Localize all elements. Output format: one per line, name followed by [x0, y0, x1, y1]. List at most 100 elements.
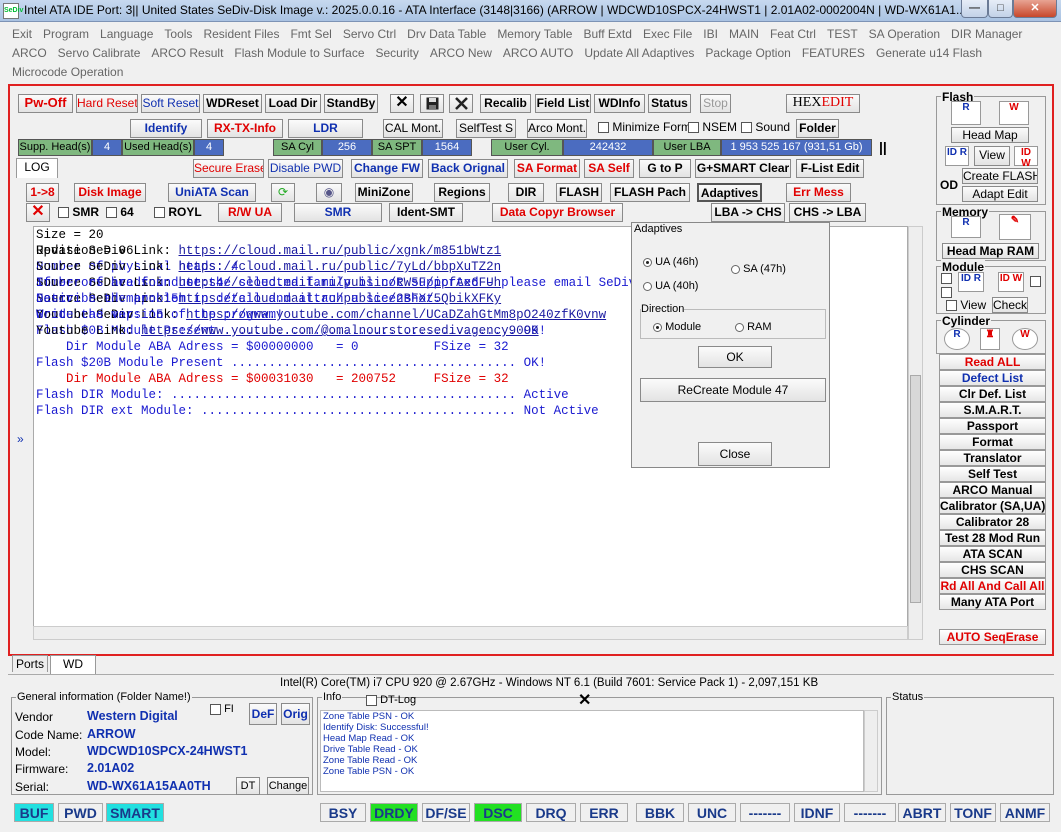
- right-button[interactable]: Read ALL: [939, 354, 1046, 370]
- disk-icon[interactable]: ◉: [316, 183, 342, 202]
- menu-item[interactable]: Update All Adaptives: [584, 46, 694, 60]
- right-button[interactable]: S.M.A.R.T.: [939, 402, 1046, 418]
- menu-item[interactable]: ARCO New: [430, 46, 492, 60]
- info-scrollbar[interactable]: [864, 710, 878, 792]
- def-button[interactable]: DeF: [249, 703, 277, 725]
- link-url[interactable]: https://cloud.mail.ru/public/xgnk/m851bW…: [179, 244, 502, 258]
- menu-item[interactable]: Feat Ctrl: [770, 27, 816, 41]
- log-hscrollbar[interactable]: [33, 626, 908, 640]
- module-read-icon[interactable]: ID R: [958, 272, 984, 292]
- menu-item[interactable]: Servo Ctrl: [343, 27, 396, 41]
- hex-edit-button[interactable]: HEXEDIT: [786, 94, 860, 113]
- menu-item[interactable]: ARCO: [12, 46, 47, 60]
- smr-button[interactable]: SMR: [294, 203, 382, 222]
- nsem-checkbox[interactable]: NSEM: [688, 120, 737, 134]
- stop-button[interactable]: Stop: [700, 94, 731, 113]
- load-dir-button[interactable]: Load Dir: [265, 94, 321, 113]
- cylinder-read-icon[interactable]: R: [944, 328, 970, 350]
- id-read-icon[interactable]: ID R: [945, 146, 969, 166]
- right-button[interactable]: ATA SCAN: [939, 546, 1046, 562]
- pw-off-button[interactable]: Pw-Off: [18, 94, 73, 113]
- right-button[interactable]: Test 28 Mod Run: [939, 530, 1046, 546]
- menu-item[interactable]: Exec File: [643, 27, 692, 41]
- right-button[interactable]: Calibrator 28: [939, 514, 1046, 530]
- back-original-button[interactable]: Back Orignal: [428, 159, 508, 178]
- right-button[interactable]: Self Test: [939, 466, 1046, 482]
- minimize-button[interactable]: —: [961, 0, 988, 18]
- arco-mont-button[interactable]: Arco Mont.: [527, 119, 587, 138]
- menu-item[interactable]: ARCO AUTO: [503, 46, 573, 60]
- right-button[interactable]: ARCO Manual: [939, 482, 1046, 498]
- read-flash-icon[interactable]: R: [951, 101, 981, 125]
- wd-reset-button[interactable]: WDReset: [203, 94, 262, 113]
- module-radio[interactable]: Module: [653, 321, 701, 333]
- dt-button[interactable]: DT: [236, 777, 260, 795]
- smr-checkbox[interactable]: SMR: [58, 205, 99, 219]
- menu-item[interactable]: ARCO Result: [151, 46, 223, 60]
- hard-reset-button[interactable]: Hard Reset: [76, 94, 138, 113]
- ident-smt-button[interactable]: Ident-SMT: [389, 203, 463, 222]
- clear-info-icon[interactable]: ✕: [578, 690, 591, 710]
- menu-item[interactable]: Buff Extd: [583, 27, 631, 41]
- one-to-eight-button[interactable]: 1->8: [26, 183, 59, 202]
- f-list-edit-button[interactable]: F-List Edit: [796, 159, 864, 178]
- sound-checkbox[interactable]: Sound: [741, 120, 790, 134]
- menu-item[interactable]: Language: [100, 27, 153, 41]
- secure-erase-button[interactable]: Secure Erase: [193, 159, 264, 178]
- ua40-radio[interactable]: UA (40h): [643, 280, 698, 292]
- right-button[interactable]: Format: [939, 434, 1046, 450]
- right-button[interactable]: Defect List: [939, 370, 1046, 386]
- menu-item[interactable]: Microcode Operation: [12, 65, 123, 79]
- clear-x-icon[interactable]: ✕: [26, 203, 50, 222]
- auto-seq-erase-button[interactable]: AUTO SeqErase: [939, 629, 1046, 645]
- g-to-p-button[interactable]: G to P: [639, 159, 691, 178]
- pause-icon[interactable]: ||: [879, 139, 887, 155]
- royl-checkbox[interactable]: ROYL: [154, 205, 202, 219]
- dir-button[interactable]: DIR: [508, 183, 544, 202]
- disk-image-button[interactable]: Disk Image: [74, 183, 146, 202]
- menu-item[interactable]: Generate u14 Flash: [876, 46, 982, 60]
- create-flash-button[interactable]: Create FLASH: [962, 168, 1038, 184]
- selftest-s-button[interactable]: SelfTest S: [456, 119, 516, 138]
- orig-button[interactable]: Orig: [281, 703, 310, 725]
- identify-button[interactable]: Identify: [130, 119, 202, 138]
- menu-item[interactable]: IBI: [703, 27, 718, 41]
- menu-item[interactable]: Program: [43, 27, 89, 41]
- recreate-module-button[interactable]: ReCreate Module 47: [640, 378, 826, 402]
- adapt-edit-button[interactable]: Adapt Edit: [962, 186, 1038, 202]
- checkbox-64[interactable]: 64: [106, 205, 134, 219]
- cylinder-write-icon[interactable]: W: [1012, 328, 1038, 350]
- folder-button[interactable]: Folder: [796, 119, 839, 138]
- menu-item[interactable]: Memory Table: [497, 27, 572, 41]
- module-checkbox-1[interactable]: [941, 273, 952, 284]
- maximize-button[interactable]: □: [988, 0, 1013, 18]
- save-icon[interactable]: [420, 94, 444, 113]
- cal-mont-button[interactable]: CAL Mont.: [383, 119, 443, 138]
- right-button[interactable]: Translator: [939, 450, 1046, 466]
- head-map-button[interactable]: Head Map: [951, 127, 1029, 143]
- rw-ua-button[interactable]: R/W UA: [218, 203, 282, 222]
- expand-log-icon[interactable]: »: [17, 432, 31, 452]
- menu-item[interactable]: Flash Module to Surface: [234, 46, 364, 60]
- write-flash-icon[interactable]: W: [999, 101, 1029, 125]
- fi-checkbox[interactable]: FI: [210, 703, 234, 715]
- menu-item[interactable]: SA Operation: [869, 27, 940, 41]
- menu-item[interactable]: Package Option: [705, 46, 790, 60]
- rx-tx-info-button[interactable]: RX-TX-Info: [207, 119, 283, 138]
- module-check-button[interactable]: Check: [992, 297, 1028, 313]
- flash-button[interactable]: FLASH: [556, 183, 602, 202]
- right-button[interactable]: Passport: [939, 418, 1046, 434]
- tab-wd[interactable]: WD: [50, 655, 96, 674]
- minizone-button[interactable]: MiniZone: [355, 183, 413, 202]
- sa-self-button[interactable]: SA Self: [584, 159, 634, 178]
- minimize-form-checkbox[interactable]: Minimize Form: [598, 120, 691, 134]
- g-smart-clear-button[interactable]: G+SMART Clear: [695, 159, 791, 178]
- ua46-radio[interactable]: UA (46h): [643, 256, 698, 268]
- tab-log[interactable]: LOG: [16, 158, 58, 178]
- cylinder-lock-icon[interactable]: ♜: [980, 328, 1000, 350]
- status-button[interactable]: Status: [648, 94, 691, 113]
- tab-ports[interactable]: Ports: [12, 655, 48, 672]
- right-button[interactable]: CHS SCAN: [939, 562, 1046, 578]
- ldr-button[interactable]: LDR: [288, 119, 363, 138]
- menu-item[interactable]: Resident Files: [203, 27, 279, 41]
